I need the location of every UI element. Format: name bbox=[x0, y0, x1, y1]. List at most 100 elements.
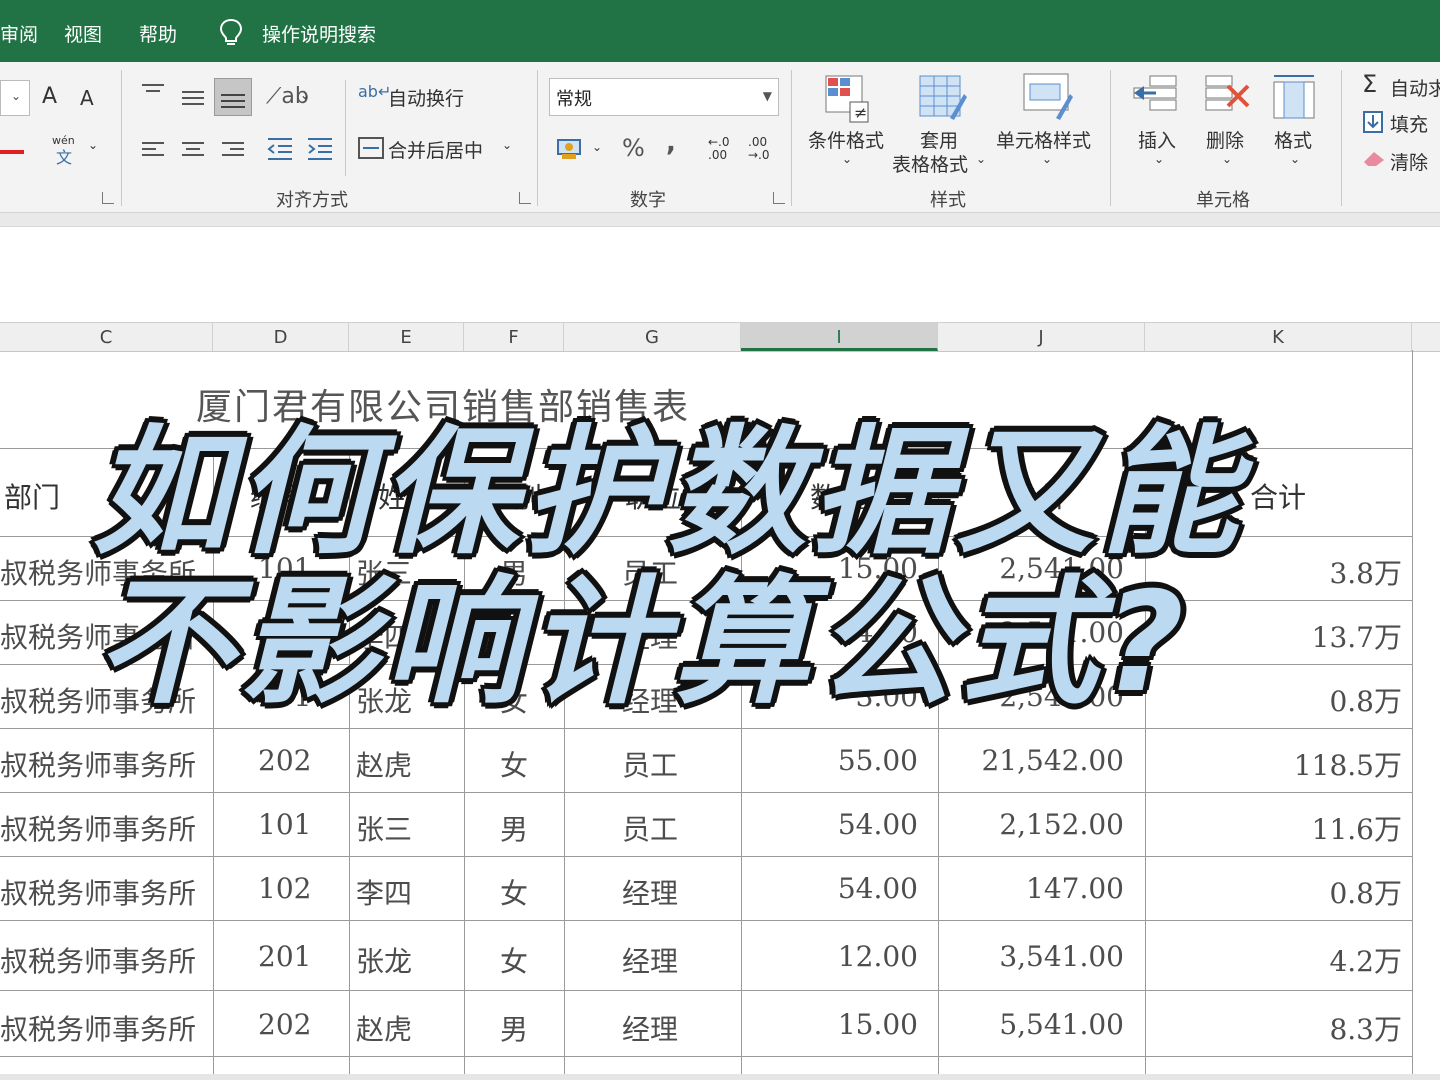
chevron-down-icon[interactable]: ⌄ bbox=[1290, 152, 1300, 166]
format-as-table-line1[interactable]: 套用 bbox=[920, 126, 958, 153]
cell-id[interactable]: 102 bbox=[258, 872, 311, 905]
cell-gender[interactable]: 男 bbox=[500, 808, 528, 848]
cell-dept[interactable]: 叔税务师事务所 bbox=[0, 872, 196, 912]
column-header-f[interactable]: F bbox=[464, 323, 564, 351]
chevron-down-icon[interactable]: ⌄ bbox=[1154, 152, 1164, 166]
cell-qty[interactable]: 54.00 bbox=[838, 872, 918, 905]
cell-total[interactable]: 0.8万 bbox=[1329, 680, 1402, 720]
alignment-dialog-launcher-icon[interactable] bbox=[519, 192, 531, 204]
column-header-d[interactable]: D bbox=[213, 323, 349, 351]
number-dialog-launcher-icon[interactable] bbox=[773, 192, 785, 204]
shrink-font-icon[interactable]: A bbox=[80, 86, 94, 110]
font-dialog-launcher-icon[interactable] bbox=[102, 192, 114, 204]
cell-price[interactable]: 5,541.00 bbox=[999, 1008, 1124, 1041]
cell-price[interactable]: 147.00 bbox=[1026, 872, 1124, 905]
chevron-down-icon[interactable]: ⌄ bbox=[300, 88, 310, 102]
lightbulb-icon[interactable] bbox=[218, 18, 244, 48]
conditional-format-button[interactable]: 条件格式 bbox=[808, 126, 884, 153]
cell-gender[interactable]: 女 bbox=[500, 940, 528, 980]
comma-style-button[interactable]: , bbox=[666, 128, 676, 158]
formula-bar-area[interactable] bbox=[0, 226, 1440, 307]
cell-gender[interactable]: 女 bbox=[500, 744, 528, 784]
column-header-j[interactable]: J bbox=[938, 323, 1145, 351]
align-middle-icon[interactable] bbox=[180, 88, 206, 110]
cell-price[interactable]: 3,541.00 bbox=[999, 940, 1124, 973]
align-left-icon[interactable] bbox=[140, 140, 166, 162]
menu-view[interactable]: 视图 bbox=[64, 20, 102, 47]
column-header-c[interactable]: C bbox=[0, 323, 213, 351]
cell-gender[interactable]: 男 bbox=[500, 1008, 528, 1048]
cell-qty[interactable]: 55.00 bbox=[838, 744, 918, 777]
menu-help[interactable]: 帮助 bbox=[139, 20, 177, 47]
cell-position[interactable]: 经理 bbox=[622, 1008, 678, 1048]
cell-styles-button[interactable]: 单元格样式 bbox=[996, 126, 1091, 153]
cell-name[interactable]: 张三 bbox=[356, 808, 412, 848]
decrease-decimal-button[interactable]: .00 →.0 bbox=[748, 136, 778, 162]
cell-name[interactable]: 张龙 bbox=[356, 940, 412, 980]
wrap-text-button[interactable]: 自动换行 bbox=[388, 84, 464, 111]
align-right-icon[interactable] bbox=[220, 140, 246, 162]
chevron-down-icon[interactable]: ⌄ bbox=[976, 152, 986, 166]
cell-position[interactable]: 员工 bbox=[622, 744, 678, 784]
header-dept[interactable]: 部门 bbox=[4, 476, 60, 516]
cell-qty[interactable]: 12.00 bbox=[838, 940, 918, 973]
cell-id[interactable]: 202 bbox=[258, 744, 311, 777]
font-color-bar[interactable] bbox=[0, 150, 24, 154]
cell-dept[interactable]: 叔税务师事务所 bbox=[0, 1008, 196, 1048]
chevron-down-icon[interactable]: ⌄ bbox=[1042, 152, 1052, 166]
cell-id[interactable]: 101 bbox=[258, 808, 311, 841]
cell-name[interactable]: 李四 bbox=[356, 872, 412, 912]
cell-position[interactable]: 员工 bbox=[622, 808, 678, 848]
chevron-down-icon[interactable]: ⌄ bbox=[1222, 152, 1232, 166]
cell-position[interactable]: 经理 bbox=[622, 872, 678, 912]
delete-button[interactable]: 删除 bbox=[1206, 126, 1244, 153]
decrease-indent-icon[interactable] bbox=[266, 136, 294, 162]
column-header-i[interactable]: I bbox=[741, 323, 938, 351]
cell-dept[interactable]: 叔税务师事务所 bbox=[0, 808, 196, 848]
tell-me-search[interactable]: 操作说明搜索 bbox=[262, 20, 376, 47]
cell-gender[interactable]: 女 bbox=[500, 872, 528, 912]
cell-total[interactable]: 0.8万 bbox=[1329, 872, 1402, 912]
phonetic-guide-icon[interactable]: 文 bbox=[56, 144, 72, 168]
autosum-button[interactable]: 自动求 bbox=[1390, 74, 1440, 101]
column-header-e[interactable]: E bbox=[349, 323, 464, 351]
increase-indent-icon[interactable] bbox=[306, 136, 334, 162]
header-total[interactable]: 合计 bbox=[1250, 476, 1306, 516]
merge-center-button[interactable]: 合并后居中 bbox=[388, 136, 483, 163]
column-header-g[interactable]: G bbox=[564, 323, 741, 351]
column-header-k[interactable]: K bbox=[1145, 323, 1412, 351]
format-button[interactable]: 格式 bbox=[1274, 126, 1312, 153]
grow-font-icon[interactable]: A bbox=[42, 84, 57, 109]
cell-qty[interactable]: 15.00 bbox=[838, 1008, 918, 1041]
chevron-down-icon[interactable]: ⌄ bbox=[502, 138, 512, 152]
cell-total[interactable]: 8.3万 bbox=[1329, 1008, 1402, 1048]
cell-price[interactable]: 2,152.00 bbox=[999, 808, 1124, 841]
increase-decimal-button[interactable]: ←.0 .00 bbox=[708, 136, 738, 162]
number-format-dropdown[interactable]: 常规 ▼ bbox=[549, 78, 779, 116]
align-center-icon[interactable] bbox=[180, 140, 206, 162]
cell-dept[interactable]: 叔税务师事务所 bbox=[0, 744, 196, 784]
cell-price[interactable]: 21,542.00 bbox=[981, 744, 1124, 777]
align-bottom-button[interactable] bbox=[214, 78, 252, 116]
font-size-dropdown[interactable]: ⌄ bbox=[0, 80, 30, 116]
cell-qty[interactable]: 54.00 bbox=[838, 808, 918, 841]
fill-button[interactable]: 填充 bbox=[1390, 110, 1428, 137]
cell-total[interactable]: 11.6万 bbox=[1312, 808, 1402, 848]
accounting-format-icon[interactable] bbox=[556, 136, 584, 162]
cell-total[interactable]: 118.5万 bbox=[1294, 744, 1402, 784]
cell-total[interactable]: 3.8万 bbox=[1329, 552, 1402, 592]
cell-id[interactable]: 202 bbox=[258, 1008, 311, 1041]
cell-position[interactable]: 经理 bbox=[622, 940, 678, 980]
cell-dept[interactable]: 叔税务师事务所 bbox=[0, 940, 196, 980]
chevron-down-icon[interactable]: ⌄ bbox=[592, 140, 602, 154]
cell-name[interactable]: 赵虎 bbox=[356, 744, 412, 784]
insert-button[interactable]: 插入 bbox=[1138, 126, 1176, 153]
format-as-table-button[interactable]: 表格格式 bbox=[892, 150, 968, 177]
chevron-down-icon[interactable]: ⌄ bbox=[842, 152, 852, 166]
menu-review[interactable]: 审阅 bbox=[0, 20, 38, 47]
cell-name[interactable]: 赵虎 bbox=[356, 1008, 412, 1048]
cell-id[interactable]: 201 bbox=[258, 940, 311, 973]
chevron-down-icon[interactable]: ⌄ bbox=[88, 138, 98, 152]
cell-total[interactable]: 4.2万 bbox=[1329, 940, 1402, 980]
cell-total[interactable]: 13.7万 bbox=[1312, 616, 1402, 656]
